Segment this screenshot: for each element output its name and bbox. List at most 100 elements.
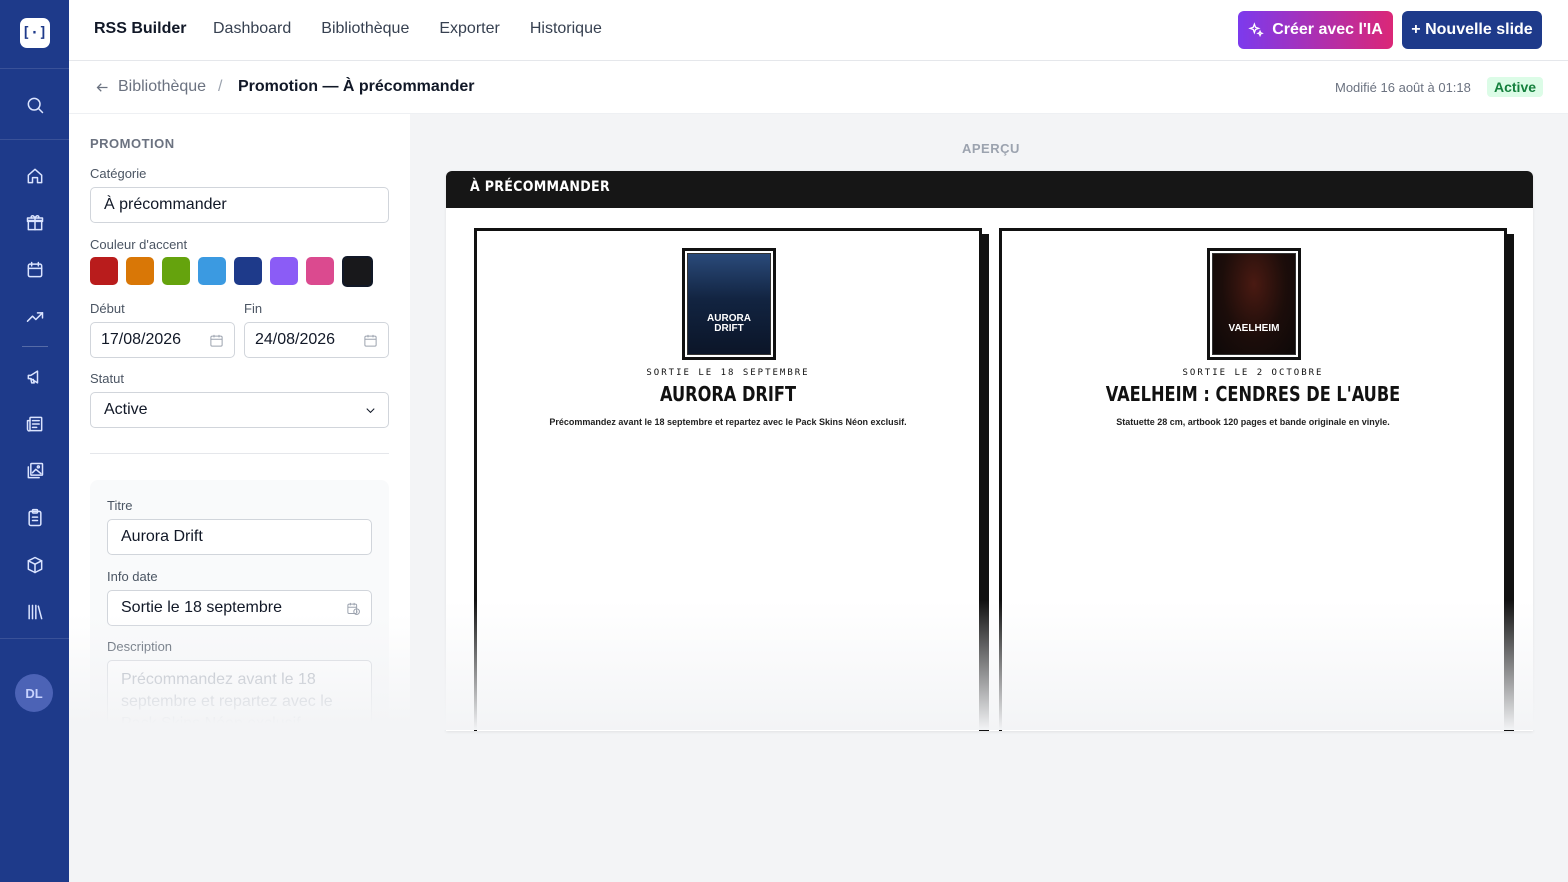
sidebar-item-home[interactable] xyxy=(0,152,69,199)
trending-up-icon xyxy=(26,311,43,322)
color-swatch-black[interactable] xyxy=(342,256,373,287)
create-with-ai-button[interactable]: Créer avec l'IA xyxy=(1238,11,1393,49)
nav-exporter[interactable]: Exporter xyxy=(439,20,499,38)
color-swatch-navy[interactable] xyxy=(234,257,262,285)
editor-panel: PROMOTION Catégorie À précommander Coule… xyxy=(69,114,410,724)
new-slide-button[interactable]: + Nouvelle slide xyxy=(1402,11,1542,49)
divider xyxy=(90,453,389,454)
main-nav: Dashboard Bibliothèque Exporter Historiq… xyxy=(213,20,602,38)
accent-color-label: Couleur d'accent xyxy=(90,237,188,252)
game-cover-title: VAELHEIM xyxy=(1228,323,1280,334)
description-textarea[interactable]: Précommandez avant le 18 septembre et re… xyxy=(107,660,372,724)
sidebar-item-campaigns[interactable] xyxy=(0,353,69,400)
breadcrumb-separator: / xyxy=(218,78,223,95)
breadcrumb: Bibliothèque / Promotion — À précommande… xyxy=(69,61,1568,114)
date-info-value: Sortie le 18 septembre xyxy=(121,599,282,616)
chevron-down-icon xyxy=(363,403,378,418)
sidebar-item-calendar[interactable] xyxy=(0,246,69,293)
section-title: PROMOTION xyxy=(90,136,175,151)
breadcrumb-back-link[interactable]: Bibliothèque xyxy=(95,78,206,96)
card-date: SORTIE LE 2 OCTOBRE xyxy=(1182,368,1324,378)
nav-historique[interactable]: Historique xyxy=(530,20,602,38)
arrow-left-icon xyxy=(96,82,108,92)
slide-preview: À PRÉCOMMANDER AURORA DRIFT SORTIE LE 18… xyxy=(446,171,1533,731)
top-bar: RSS Builder Dashboard Bibliothèque Expor… xyxy=(69,0,1568,61)
promo-card[interactable]: AURORA DRIFT SORTIE LE 18 SEPTEMBRE AURO… xyxy=(474,228,982,731)
game-cover-title: AURORA DRIFT xyxy=(707,313,751,334)
nav-bibliotheque[interactable]: Bibliothèque xyxy=(321,20,409,38)
preview-label: APERÇU xyxy=(962,141,1020,156)
promo-card[interactable]: VAELHEIM SORTIE LE 2 OCTOBRE VAELHEIM : … xyxy=(999,228,1507,731)
start-date-value: 17/08/2026 xyxy=(101,331,182,348)
breadcrumb-back-label: Bibliothèque xyxy=(118,78,207,95)
color-swatch-orange[interactable] xyxy=(126,257,154,285)
game-cover: VAELHEIM xyxy=(1207,248,1301,360)
library-icon xyxy=(27,604,42,619)
card-description: Précommandez avant le 18 septembre et re… xyxy=(549,417,907,427)
slide-header: À PRÉCOMMANDER xyxy=(446,171,1533,208)
sidebar-item-packages[interactable] xyxy=(0,541,69,588)
search-icon xyxy=(27,97,43,113)
home-icon xyxy=(27,168,42,183)
card-title: VAELHEIM : CENDRES DE L'AUBE xyxy=(1105,382,1401,407)
sidebar-item-library[interactable] xyxy=(0,588,69,635)
package-icon xyxy=(27,556,42,573)
card-description: Statuette 28 cm, artbook 120 pages et ba… xyxy=(1116,417,1390,427)
end-date-input[interactable]: 24/08/2026 xyxy=(244,322,389,358)
sidebar: [·] DL xyxy=(0,0,69,882)
clipboard-icon xyxy=(27,508,42,526)
newspaper-icon xyxy=(26,416,42,432)
sidebar-item-images[interactable] xyxy=(0,447,69,494)
game-cover-art: VAELHEIM xyxy=(1212,253,1296,355)
sidebar-item-news[interactable] xyxy=(0,400,69,447)
gift-icon xyxy=(26,214,43,230)
calendar-clock-icon[interactable] xyxy=(346,601,361,616)
color-swatch-purple[interactable] xyxy=(270,257,298,285)
images-icon xyxy=(27,462,43,478)
description-label: Description xyxy=(107,639,173,654)
app-title: RSS Builder xyxy=(94,20,187,37)
color-swatch-red[interactable] xyxy=(90,257,118,285)
color-swatch-green[interactable] xyxy=(162,257,190,285)
color-swatch-pink[interactable] xyxy=(306,257,334,285)
nav-dashboard[interactable]: Dashboard xyxy=(213,20,291,38)
card-date: SORTIE LE 18 SEPTEMBRE xyxy=(646,368,810,378)
card-title: AURORA DRIFT xyxy=(659,382,797,407)
date-info-input[interactable]: Sortie le 18 septembre xyxy=(107,590,372,626)
category-input[interactable]: À précommander xyxy=(90,187,389,223)
date-info-label: Info date xyxy=(107,569,158,584)
start-date-input[interactable]: 17/08/2026 xyxy=(90,322,235,358)
sidebar-divider xyxy=(0,638,69,639)
start-date-label: Début xyxy=(90,301,125,316)
app-logo[interactable]: [·] xyxy=(19,18,50,48)
game-cover: AURORA DRIFT xyxy=(682,248,776,360)
avatar[interactable]: DL xyxy=(15,674,53,712)
breadcrumb-current: Promotion — À précommander xyxy=(238,78,475,95)
calendar-icon[interactable] xyxy=(209,333,224,348)
status-label: Statut xyxy=(90,371,124,386)
sparkles-icon xyxy=(1248,21,1265,37)
megaphone-icon xyxy=(27,369,38,384)
sidebar-item-search[interactable] xyxy=(0,81,69,128)
calendar-icon xyxy=(27,261,42,277)
category-label: Catégorie xyxy=(90,166,147,181)
color-swatch-sky[interactable] xyxy=(198,257,226,285)
calendar-icon[interactable] xyxy=(363,333,378,348)
sidebar-divider xyxy=(0,139,69,140)
end-date-value: 24/08/2026 xyxy=(255,331,336,348)
end-date-label: Fin xyxy=(244,301,263,316)
sidebar-divider xyxy=(21,346,48,347)
sidebar-item-trends[interactable] xyxy=(0,293,69,340)
sidebar-item-gifts[interactable] xyxy=(0,199,69,246)
create-with-ai-label: Créer avec l'IA xyxy=(1272,21,1383,38)
status-select[interactable]: Active xyxy=(90,392,389,428)
modified-timestamp: Modifié 16 août à 01:18 xyxy=(1335,80,1471,95)
sidebar-item-tasks[interactable] xyxy=(0,494,69,541)
sidebar-divider xyxy=(0,68,69,69)
status-badge: Active xyxy=(1487,77,1544,97)
title-input[interactable]: Aurora Drift xyxy=(107,519,372,555)
game-cover-art: AURORA DRIFT xyxy=(687,253,771,355)
status-select-value: Active xyxy=(104,401,148,418)
accent-color-swatches xyxy=(90,256,373,287)
title-label: Titre xyxy=(107,498,133,513)
